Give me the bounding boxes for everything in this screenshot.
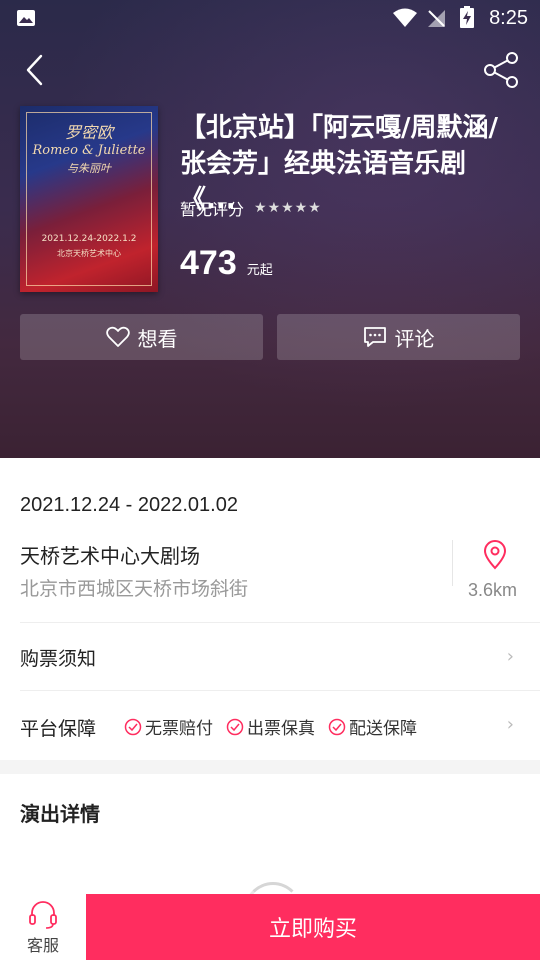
heart-icon (105, 326, 130, 347)
headset-icon (29, 901, 57, 929)
comment-label: 评论 (394, 326, 435, 351)
price-unit: 元起 (246, 263, 273, 278)
divider (20, 622, 540, 623)
comment-icon (363, 327, 386, 347)
buy-now-button[interactable]: 立即购买 (86, 894, 540, 960)
distance: 3.6km (468, 580, 518, 600)
venue-address[interactable]: 北京市西城区天桥市场斜街 (20, 574, 248, 601)
poster-title: 罗密欧 Romeo & Juliette 与朱丽叶 (20, 124, 158, 178)
wifi-icon (393, 8, 417, 27)
rating-text: 暂无评分 (180, 200, 245, 219)
guarantee-label: 无票赔付 (145, 719, 213, 739)
poster-subtitle: 与朱丽叶 (67, 162, 111, 175)
back-arrow-icon[interactable] (18, 52, 54, 88)
divider (452, 540, 453, 586)
top-nav (0, 40, 540, 100)
details-title: 演出详情 (20, 802, 100, 826)
battery-charging-icon (460, 6, 474, 28)
service-label: 客服 (26, 936, 59, 955)
poster-title-cn: 罗密欧 (64, 123, 113, 142)
want-label: 想看 (137, 326, 178, 351)
price-value: 473 (180, 244, 237, 282)
guarantee-label: 配送保障 (349, 719, 417, 739)
check-circle-icon (226, 718, 244, 735)
guarantee-row[interactable]: 平台保障 (20, 714, 96, 741)
poster-venue: 北京天桥艺术中心 (57, 249, 121, 258)
check-circle-icon (328, 718, 346, 735)
chevron-right-icon[interactable]: › (507, 646, 514, 667)
poster-date: 2021.12.24-2022.1.2 (41, 234, 137, 244)
price: 473 元起 (180, 244, 273, 283)
want-button[interactable]: 想看 (20, 314, 263, 360)
chevron-right-icon[interactable]: › (507, 714, 514, 735)
no-signal-icon (428, 10, 445, 27)
venue-name[interactable]: 天桥艺术中心大剧场 (20, 540, 200, 569)
guarantee-item: 出票保真 (226, 714, 315, 739)
share-icon[interactable] (482, 50, 522, 90)
show-date: 2021.12.24 - 2022.01.02 (20, 494, 238, 516)
ticket-notice-row[interactable]: 购票须知 (20, 644, 96, 671)
guarantee-item: 配送保障 (328, 714, 417, 739)
location-pin-icon[interactable] (482, 540, 508, 570)
gallery-icon (17, 10, 35, 26)
status-bar: 8:25 (0, 0, 540, 36)
rating: 暂无评分 ★★★★★ (180, 196, 322, 220)
clock: 8:25 (489, 7, 528, 29)
section-gap (0, 760, 540, 774)
customer-service-button[interactable]: 客服 (0, 894, 86, 960)
rating-stars: ★★★★★ (254, 200, 322, 216)
guarantee-label: 出票保真 (247, 719, 315, 739)
divider (20, 690, 540, 691)
guarantee-item: 无票赔付 (124, 714, 213, 739)
show-poster[interactable]: 罗密欧 Romeo & Juliette 与朱丽叶 2021.12.24-202… (20, 106, 158, 292)
bottom-bar: 客服 立即购买 (0, 894, 540, 960)
check-circle-icon (124, 718, 142, 735)
comment-button[interactable]: 评论 (277, 314, 520, 360)
poster-title-en: Romeo & Juliette (32, 143, 146, 158)
